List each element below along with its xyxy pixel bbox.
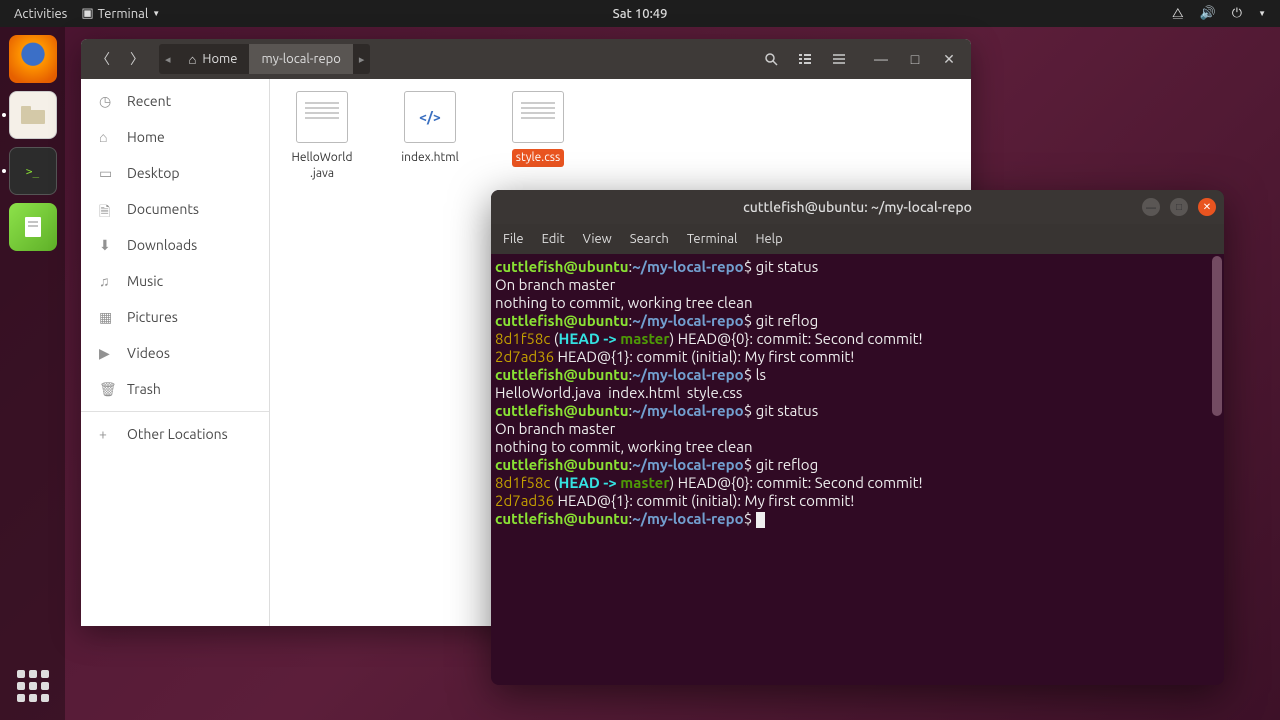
- search-button[interactable]: [755, 44, 787, 74]
- file-label: index.html: [397, 149, 463, 167]
- terminal-menubar: File Edit View Search Terminal Help: [491, 224, 1224, 254]
- file-label: style.css: [512, 149, 564, 167]
- sidebar-item-label: Trash: [127, 381, 161, 397]
- chevron-left-icon[interactable]: ◂: [159, 53, 177, 66]
- terminal-menu-view[interactable]: View: [583, 232, 612, 246]
- sidebar-item-label: Documents: [127, 201, 199, 217]
- sidebar-item-label: Desktop: [127, 165, 180, 181]
- chevron-right-icon[interactable]: ▸: [353, 53, 371, 66]
- nav-back-button[interactable]: 〈: [87, 44, 119, 74]
- chevron-down-icon: ▼: [152, 9, 160, 18]
- network-icon[interactable]: ⧋: [1172, 6, 1184, 21]
- file-item[interactable]: style.css: [502, 91, 574, 167]
- file-item[interactable]: HelloWorld .java: [286, 91, 358, 182]
- sidebar-item-home[interactable]: ⌂ Home: [81, 119, 269, 155]
- hamburger-button[interactable]: [823, 44, 855, 74]
- sidebar-icon: 🗎: [99, 201, 115, 217]
- sidebar-item-pictures[interactable]: ▦ Pictures: [81, 299, 269, 335]
- minimize-button[interactable]: —: [865, 44, 897, 74]
- terminal-menu-edit[interactable]: Edit: [542, 232, 565, 246]
- dock-files[interactable]: [9, 91, 57, 139]
- file-icon: [296, 91, 348, 143]
- sidebar-icon: 🗑: [99, 381, 115, 397]
- nav-forward-button[interactable]: 〉: [121, 44, 153, 74]
- folder-icon: [19, 104, 47, 126]
- sidebar-item-label: Recent: [127, 93, 171, 109]
- sidebar-icon: +: [99, 426, 115, 442]
- dock: >_: [0, 27, 65, 720]
- sidebar-item-documents[interactable]: 🗎 Documents: [81, 191, 269, 227]
- terminal-menu-terminal[interactable]: Terminal: [687, 232, 738, 246]
- hamburger-icon: [832, 52, 846, 66]
- terminal-body[interactable]: cuttlefish@ubuntu:~/my-local-repo$ git s…: [491, 254, 1224, 685]
- terminal-window: cuttlefish@ubuntu: ~/my-local-repo — □ ✕…: [491, 190, 1224, 685]
- file-label: HelloWorld .java: [286, 149, 358, 182]
- terminal-menu-file[interactable]: File: [503, 232, 524, 246]
- terminal-close-button[interactable]: ✕: [1198, 198, 1216, 216]
- chevron-down-icon[interactable]: ▼: [1258, 9, 1266, 18]
- sidebar-icon: ▶: [99, 345, 115, 361]
- terminal-menu-help[interactable]: Help: [755, 232, 782, 246]
- terminal-minimize-button[interactable]: —: [1142, 198, 1160, 216]
- files-header: 〈 〉 ◂ ⌂ Home my-local-repo ▸ — □ ✕: [81, 39, 971, 79]
- file-icon: [512, 91, 564, 143]
- sidebar-icon: ▦: [99, 309, 115, 325]
- sidebar-item-label: Pictures: [127, 309, 178, 325]
- sidebar-icon: ▭: [99, 165, 115, 181]
- sidebar-item-recent[interactable]: ◷ Recent: [81, 83, 269, 119]
- sidebar-item-videos[interactable]: ▶ Videos: [81, 335, 269, 371]
- list-icon: [798, 52, 812, 66]
- file-item[interactable]: </> index.html: [394, 91, 466, 167]
- maximize-button[interactable]: □: [899, 44, 931, 74]
- app-menu-label: Terminal: [98, 7, 149, 21]
- search-icon: [764, 52, 778, 66]
- sidebar-icon: ⌂: [99, 129, 115, 145]
- home-icon: ⌂: [189, 52, 197, 67]
- path-bar[interactable]: ◂ ⌂ Home my-local-repo ▸: [159, 44, 370, 74]
- dock-terminal[interactable]: >_: [9, 147, 57, 195]
- sidebar-item-music[interactable]: ♫ Music: [81, 263, 269, 299]
- top-bar: Activities ▣ Terminal ▼ Sat 10:49 ⧋ 🔊 ⏻ …: [0, 0, 1280, 27]
- volume-icon[interactable]: 🔊: [1200, 6, 1216, 21]
- file-icon: </>: [404, 91, 456, 143]
- terminal-maximize-button[interactable]: □: [1170, 198, 1188, 216]
- activities-button[interactable]: Activities: [14, 7, 67, 21]
- sidebar-item-label: Downloads: [127, 237, 197, 253]
- sidebar-item-other-locations[interactable]: + Other Locations: [81, 411, 269, 451]
- sidebar-icon: ◷: [99, 93, 115, 109]
- sidebar-item-label: Music: [127, 273, 163, 289]
- files-sidebar: ◷ Recent ⌂ Home ▭ Desktop 🗎 Documents ⬇ Downloads…: [81, 79, 270, 626]
- view-list-button[interactable]: [789, 44, 821, 74]
- close-button[interactable]: ✕: [933, 44, 965, 74]
- terminal-menu-search[interactable]: Search: [630, 232, 669, 246]
- dock-firefox[interactable]: [9, 35, 57, 83]
- terminal-titlebar[interactable]: cuttlefish@ubuntu: ~/my-local-repo — □ ✕: [491, 190, 1224, 224]
- power-icon[interactable]: ⏻: [1232, 6, 1242, 21]
- sidebar-item-downloads[interactable]: ⬇ Downloads: [81, 227, 269, 263]
- dock-notepad[interactable]: [9, 203, 57, 251]
- clock[interactable]: Sat 10:49: [613, 7, 668, 21]
- terminal-icon: ▣: [81, 6, 93, 21]
- path-current[interactable]: my-local-repo: [249, 44, 352, 74]
- terminal-title-text: cuttlefish@ubuntu: ~/my-local-repo: [743, 199, 972, 215]
- sidebar-icon: ♫: [99, 273, 115, 289]
- sidebar-icon: ⬇: [99, 237, 115, 253]
- sidebar-item-desktop[interactable]: ▭ Desktop: [81, 155, 269, 191]
- dock-apps-button[interactable]: [9, 662, 57, 710]
- sidebar-item-label: Home: [127, 129, 165, 145]
- path-home-label: Home: [202, 52, 237, 66]
- sidebar-item-label: Videos: [127, 345, 170, 361]
- sidebar-item-label: Other Locations: [127, 426, 228, 442]
- app-menu[interactable]: ▣ Terminal ▼: [81, 6, 160, 21]
- sidebar-item-trash[interactable]: 🗑 Trash: [81, 371, 269, 407]
- path-home[interactable]: ⌂ Home: [177, 44, 250, 74]
- notepad-icon: [19, 213, 47, 241]
- terminal-scrollbar[interactable]: [1212, 256, 1222, 416]
